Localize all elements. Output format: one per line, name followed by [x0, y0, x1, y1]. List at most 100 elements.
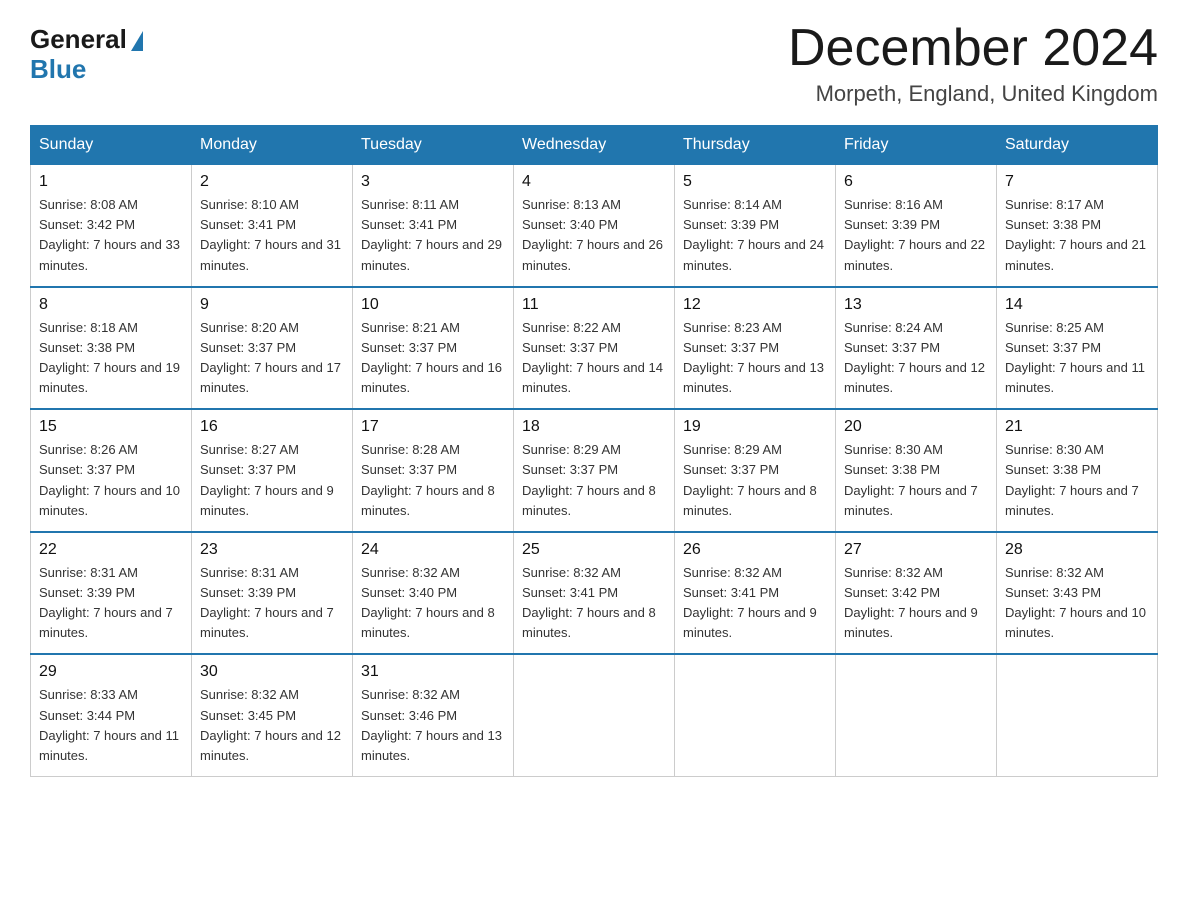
- day-number: 12: [683, 296, 827, 314]
- day-number: 23: [200, 541, 344, 559]
- day-number: 2: [200, 173, 344, 191]
- page-header: General Blue December 2024 Morpeth, Engl…: [30, 20, 1158, 107]
- header-friday: Friday: [836, 126, 997, 165]
- day-info: Sunrise: 8:29 AMSunset: 3:37 PMDaylight:…: [522, 440, 666, 521]
- day-number: 10: [361, 296, 505, 314]
- table-row: 23 Sunrise: 8:31 AMSunset: 3:39 PMDaylig…: [192, 532, 353, 655]
- table-row: 16 Sunrise: 8:27 AMSunset: 3:37 PMDaylig…: [192, 409, 353, 532]
- day-info: Sunrise: 8:18 AMSunset: 3:38 PMDaylight:…: [39, 318, 183, 399]
- table-row: 24 Sunrise: 8:32 AMSunset: 3:40 PMDaylig…: [353, 532, 514, 655]
- day-info: Sunrise: 8:32 AMSunset: 3:43 PMDaylight:…: [1005, 563, 1149, 644]
- logo-triangle-icon: [131, 31, 143, 51]
- day-number: 9: [200, 296, 344, 314]
- day-info: Sunrise: 8:23 AMSunset: 3:37 PMDaylight:…: [683, 318, 827, 399]
- title-area: December 2024 Morpeth, England, United K…: [788, 20, 1158, 107]
- table-row: 12 Sunrise: 8:23 AMSunset: 3:37 PMDaylig…: [675, 287, 836, 410]
- header-thursday: Thursday: [675, 126, 836, 165]
- calendar-table: Sunday Monday Tuesday Wednesday Thursday…: [30, 125, 1158, 777]
- logo-general-text: General: [30, 26, 143, 52]
- header-tuesday: Tuesday: [353, 126, 514, 165]
- table-row: 11 Sunrise: 8:22 AMSunset: 3:37 PMDaylig…: [514, 287, 675, 410]
- day-number: 1: [39, 173, 183, 191]
- table-row: [836, 654, 997, 776]
- calendar-week-row: 1 Sunrise: 8:08 AMSunset: 3:42 PMDayligh…: [31, 165, 1158, 287]
- day-number: 13: [844, 296, 988, 314]
- day-info: Sunrise: 8:16 AMSunset: 3:39 PMDaylight:…: [844, 195, 988, 276]
- table-row: 4 Sunrise: 8:13 AMSunset: 3:40 PMDayligh…: [514, 165, 675, 287]
- day-number: 20: [844, 418, 988, 436]
- header-saturday: Saturday: [997, 126, 1158, 165]
- month-title: December 2024: [788, 20, 1158, 77]
- table-row: 29 Sunrise: 8:33 AMSunset: 3:44 PMDaylig…: [31, 654, 192, 776]
- day-number: 22: [39, 541, 183, 559]
- table-row: [514, 654, 675, 776]
- day-number: 3: [361, 173, 505, 191]
- day-number: 18: [522, 418, 666, 436]
- day-number: 6: [844, 173, 988, 191]
- day-info: Sunrise: 8:24 AMSunset: 3:37 PMDaylight:…: [844, 318, 988, 399]
- day-number: 31: [361, 663, 505, 681]
- day-number: 4: [522, 173, 666, 191]
- table-row: [997, 654, 1158, 776]
- day-info: Sunrise: 8:22 AMSunset: 3:37 PMDaylight:…: [522, 318, 666, 399]
- day-number: 14: [1005, 296, 1149, 314]
- day-number: 24: [361, 541, 505, 559]
- day-info: Sunrise: 8:30 AMSunset: 3:38 PMDaylight:…: [844, 440, 988, 521]
- location-title: Morpeth, England, United Kingdom: [788, 81, 1158, 107]
- logo: General Blue: [30, 20, 143, 85]
- day-info: Sunrise: 8:30 AMSunset: 3:38 PMDaylight:…: [1005, 440, 1149, 521]
- table-row: 18 Sunrise: 8:29 AMSunset: 3:37 PMDaylig…: [514, 409, 675, 532]
- day-info: Sunrise: 8:28 AMSunset: 3:37 PMDaylight:…: [361, 440, 505, 521]
- table-row: 2 Sunrise: 8:10 AMSunset: 3:41 PMDayligh…: [192, 165, 353, 287]
- table-row: 8 Sunrise: 8:18 AMSunset: 3:38 PMDayligh…: [31, 287, 192, 410]
- day-info: Sunrise: 8:29 AMSunset: 3:37 PMDaylight:…: [683, 440, 827, 521]
- day-info: Sunrise: 8:32 AMSunset: 3:41 PMDaylight:…: [522, 563, 666, 644]
- day-number: 5: [683, 173, 827, 191]
- day-info: Sunrise: 8:31 AMSunset: 3:39 PMDaylight:…: [39, 563, 183, 644]
- day-info: Sunrise: 8:10 AMSunset: 3:41 PMDaylight:…: [200, 195, 344, 276]
- day-info: Sunrise: 8:11 AMSunset: 3:41 PMDaylight:…: [361, 195, 505, 276]
- logo-blue-label: Blue: [30, 54, 86, 85]
- table-row: 10 Sunrise: 8:21 AMSunset: 3:37 PMDaylig…: [353, 287, 514, 410]
- day-info: Sunrise: 8:33 AMSunset: 3:44 PMDaylight:…: [39, 685, 183, 766]
- day-info: Sunrise: 8:32 AMSunset: 3:45 PMDaylight:…: [200, 685, 344, 766]
- table-row: 30 Sunrise: 8:32 AMSunset: 3:45 PMDaylig…: [192, 654, 353, 776]
- day-number: 26: [683, 541, 827, 559]
- day-number: 27: [844, 541, 988, 559]
- day-info: Sunrise: 8:32 AMSunset: 3:40 PMDaylight:…: [361, 563, 505, 644]
- day-info: Sunrise: 8:31 AMSunset: 3:39 PMDaylight:…: [200, 563, 344, 644]
- table-row: 22 Sunrise: 8:31 AMSunset: 3:39 PMDaylig…: [31, 532, 192, 655]
- logo-general-label: General: [30, 26, 127, 52]
- day-number: 8: [39, 296, 183, 314]
- day-number: 17: [361, 418, 505, 436]
- day-number: 19: [683, 418, 827, 436]
- day-number: 16: [200, 418, 344, 436]
- day-info: Sunrise: 8:13 AMSunset: 3:40 PMDaylight:…: [522, 195, 666, 276]
- table-row: 17 Sunrise: 8:28 AMSunset: 3:37 PMDaylig…: [353, 409, 514, 532]
- table-row: 31 Sunrise: 8:32 AMSunset: 3:46 PMDaylig…: [353, 654, 514, 776]
- day-number: 7: [1005, 173, 1149, 191]
- day-info: Sunrise: 8:14 AMSunset: 3:39 PMDaylight:…: [683, 195, 827, 276]
- table-row: 27 Sunrise: 8:32 AMSunset: 3:42 PMDaylig…: [836, 532, 997, 655]
- day-info: Sunrise: 8:26 AMSunset: 3:37 PMDaylight:…: [39, 440, 183, 521]
- day-number: 28: [1005, 541, 1149, 559]
- day-info: Sunrise: 8:25 AMSunset: 3:37 PMDaylight:…: [1005, 318, 1149, 399]
- table-row: 19 Sunrise: 8:29 AMSunset: 3:37 PMDaylig…: [675, 409, 836, 532]
- day-number: 15: [39, 418, 183, 436]
- table-row: 9 Sunrise: 8:20 AMSunset: 3:37 PMDayligh…: [192, 287, 353, 410]
- table-row: 26 Sunrise: 8:32 AMSunset: 3:41 PMDaylig…: [675, 532, 836, 655]
- day-info: Sunrise: 8:32 AMSunset: 3:42 PMDaylight:…: [844, 563, 988, 644]
- table-row: 25 Sunrise: 8:32 AMSunset: 3:41 PMDaylig…: [514, 532, 675, 655]
- day-info: Sunrise: 8:27 AMSunset: 3:37 PMDaylight:…: [200, 440, 344, 521]
- table-row: 6 Sunrise: 8:16 AMSunset: 3:39 PMDayligh…: [836, 165, 997, 287]
- table-row: 7 Sunrise: 8:17 AMSunset: 3:38 PMDayligh…: [997, 165, 1158, 287]
- header-monday: Monday: [192, 126, 353, 165]
- day-number: 30: [200, 663, 344, 681]
- day-info: Sunrise: 8:32 AMSunset: 3:46 PMDaylight:…: [361, 685, 505, 766]
- table-row: 21 Sunrise: 8:30 AMSunset: 3:38 PMDaylig…: [997, 409, 1158, 532]
- calendar-week-row: 29 Sunrise: 8:33 AMSunset: 3:44 PMDaylig…: [31, 654, 1158, 776]
- day-info: Sunrise: 8:17 AMSunset: 3:38 PMDaylight:…: [1005, 195, 1149, 276]
- calendar-week-row: 22 Sunrise: 8:31 AMSunset: 3:39 PMDaylig…: [31, 532, 1158, 655]
- header-wednesday: Wednesday: [514, 126, 675, 165]
- header-sunday: Sunday: [31, 126, 192, 165]
